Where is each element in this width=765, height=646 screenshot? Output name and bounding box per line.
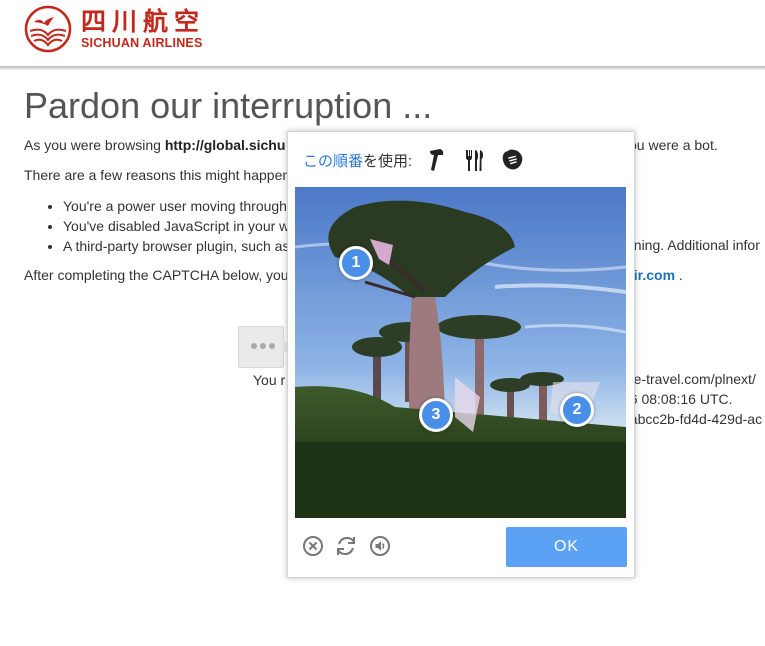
audio-icon[interactable] [369,535,391,557]
request-id-text: eabcc2b-fd4d-429d-ac [622,411,763,427]
order-marker-1[interactable]: 1 [339,246,373,280]
para3-end: . [675,267,683,283]
refresh-icon[interactable] [335,535,357,557]
cutlery-icon [466,150,484,171]
instruction-highlight: この順番 [303,152,364,170]
loading-dots-icon [251,343,275,349]
bullet3-suffix: nning. Additional infor [626,237,760,253]
captcha-image[interactable]: 1 2 3 [295,187,626,518]
oven-mitt-icon [502,149,523,170]
after-captcha-paragraph: After completing the CAPTCHA below, you [24,267,289,283]
close-icon[interactable] [302,535,324,557]
captcha-instruction: この順番 を使用: [303,142,524,178]
request-url-text: 3.e-travel.com/plnext/ [622,371,756,387]
axe-icon [430,149,444,171]
site-header: 四川航空 SICHUAN AIRLINES [0,0,765,66]
reason-item: You're a power user moving through [63,196,289,216]
header-divider [0,66,765,70]
para1-prefix: As you were browsing [24,137,165,153]
brand-name-en: SICHUAN AIRLINES [81,36,203,50]
reasons-paragraph: There are a few reasons this might happe… [24,167,291,183]
order-marker-2[interactable]: 2 [560,393,594,427]
airline-emblem-icon [24,5,72,53]
page-title: Pardon our interruption ... [24,85,433,126]
request-info-text: You r [253,372,286,388]
captcha-loader [238,326,291,368]
instruction-text: を使用: [363,152,413,170]
reason-item: You've disabled JavaScript in your w [63,216,289,236]
para1-suffix: you were a bot. [622,137,718,153]
baobab-scene [295,187,626,518]
sichuan-airlines-logo[interactable]: 四川航空 SICHUAN AIRLINES [24,4,205,54]
order-marker-3[interactable]: 3 [419,398,453,432]
request-time-text: 06 08:08:16 UTC. [622,391,733,407]
main-content: Pardon our interruption ... As you were … [24,84,765,283]
browsing-url: http://global.sichu [164,137,286,153]
ok-button[interactable]: OK [506,527,627,567]
captcha-footer: OK [288,518,634,577]
captcha-dialog: この順番 を使用: 1 2 3 OK [287,131,635,578]
reasons-list: You're a power user moving through You'v… [24,196,289,256]
reason-item: A third-party browser plugin, such as [63,236,289,256]
brand-name-cn: 四川航空 [81,7,206,36]
browsing-paragraph: As you were browsing http://global.sichu [24,136,285,154]
